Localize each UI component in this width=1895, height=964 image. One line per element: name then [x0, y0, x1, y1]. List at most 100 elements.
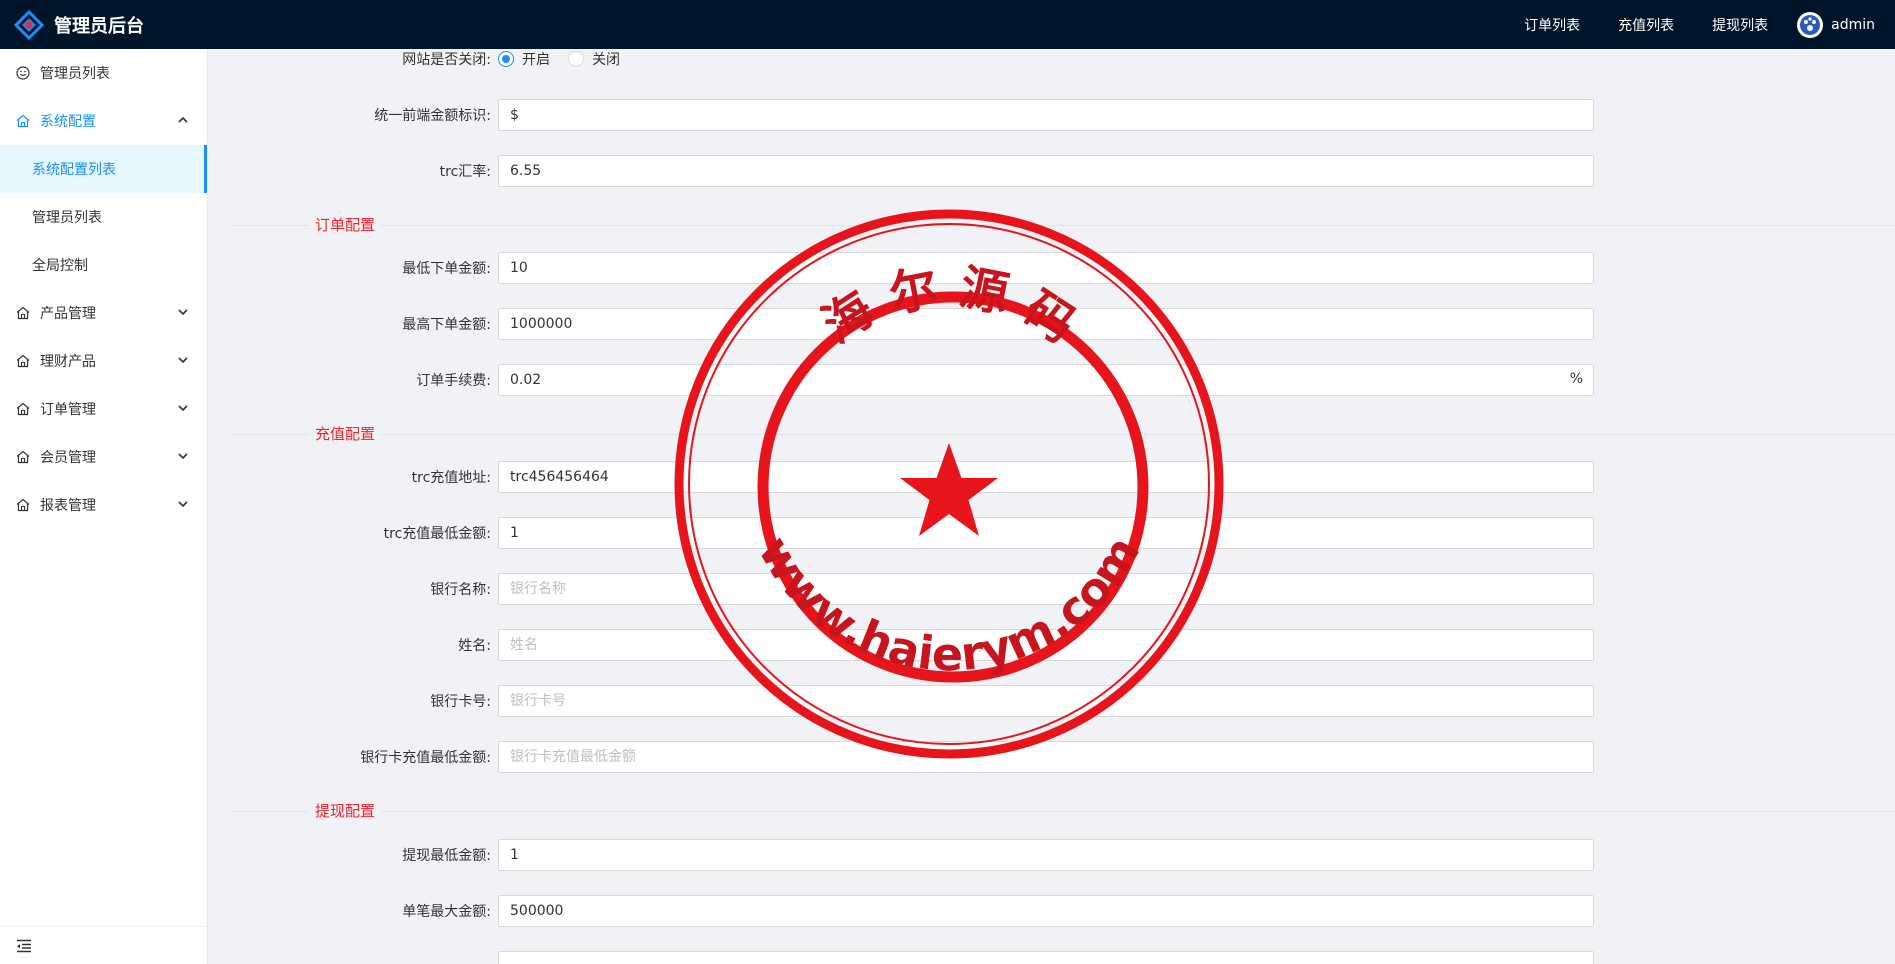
field-label: 姓名: — [458, 638, 491, 654]
order-fee-input[interactable] — [498, 364, 1594, 396]
home-icon — [16, 450, 30, 464]
min-order-input[interactable] — [498, 252, 1594, 284]
sidebar-item-order-management[interactable]: 订单管理 — [0, 385, 207, 433]
section-title: 订单配置 — [309, 214, 382, 235]
bank-card-input[interactable] — [498, 685, 1594, 717]
radio-label: 开启 — [522, 52, 550, 68]
radio-close[interactable]: 关闭 — [568, 49, 620, 69]
top-bar: 管理员后台 订单列表 充值列表 提现列表 admin — [0, 0, 1895, 49]
holder-name-input[interactable] — [498, 629, 1594, 661]
section-order-config: 订单配置 — [232, 214, 1895, 236]
section-title: 提现配置 — [309, 800, 382, 821]
chevron-up-icon — [178, 116, 188, 123]
field-label: 银行名称: — [430, 582, 491, 598]
divider — [232, 434, 1895, 435]
sidebar-item-label: 理财产品 — [40, 354, 96, 370]
chevron-down-icon — [178, 501, 188, 508]
brand[interactable]: 管理员后台 — [0, 9, 220, 40]
form-row-site-closed: 网站是否关闭: 开启 关闭 — [208, 49, 1608, 75]
user-avatar-icon — [1800, 14, 1821, 35]
chevron-down-icon — [178, 453, 188, 460]
user-name: admin — [1831, 16, 1875, 33]
section-title: 充值配置 — [309, 423, 382, 444]
currency-symbol-input[interactable] — [498, 99, 1594, 131]
form-row-trc-address: trc充值地址: — [208, 461, 1608, 493]
sidebar-subitem-admin-list[interactable]: 管理员列表 — [0, 193, 207, 241]
radio-label: 关闭 — [592, 52, 620, 68]
trc-address-input[interactable] — [498, 461, 1594, 493]
chevron-down-icon — [178, 357, 188, 364]
user-menu[interactable]: admin — [1787, 11, 1895, 38]
app-title: 管理员后台 — [54, 15, 144, 37]
form-row-order-fee: 订单手续费: % — [208, 364, 1608, 396]
divider — [232, 811, 1895, 812]
percent-suffix: % — [1569, 371, 1583, 387]
trc-min-input[interactable] — [498, 517, 1594, 549]
max-order-input[interactable] — [498, 308, 1594, 340]
sidebar-item-label: 管理员列表 — [40, 66, 110, 82]
sidebar-item-label: 产品管理 — [40, 306, 96, 322]
partial-input[interactable] — [498, 951, 1594, 964]
form-row-bank-name: 银行名称: — [208, 573, 1608, 605]
sidebar-item-admin-list[interactable]: 管理员列表 — [0, 49, 207, 97]
form-row-trc-rate: trc汇率: — [208, 155, 1608, 187]
radio-checked-icon — [498, 51, 514, 67]
order-fee-wrapper: % — [498, 364, 1594, 396]
field-label: 订单手续费: — [416, 373, 491, 389]
home-icon — [16, 498, 30, 512]
sidebar-subitem-system-config-list[interactable]: 系统配置列表 — [0, 145, 207, 193]
chevron-down-icon — [178, 405, 188, 412]
form-row-partial — [208, 951, 1608, 964]
sidebar-item-member-management[interactable]: 会员管理 — [0, 433, 207, 481]
field-label: 最低下单金额: — [402, 261, 491, 277]
sidebar-subitem-global-control[interactable]: 全局控制 — [0, 241, 207, 289]
radio-unchecked-icon — [568, 51, 584, 67]
field-label: 最高下单金额: — [402, 317, 491, 333]
sidebar-item-system-config[interactable]: 系统配置 — [0, 97, 207, 145]
sidebar-item-report-management[interactable]: 报表管理 — [0, 481, 207, 529]
form-row-bank-card: 银行卡号: — [208, 685, 1608, 717]
home-icon — [16, 402, 30, 416]
sidebar-item-label: 订单管理 — [40, 402, 96, 418]
trc-rate-input[interactable] — [498, 155, 1594, 187]
withdraw-min-input[interactable] — [498, 839, 1594, 871]
smile-icon — [16, 66, 30, 80]
form-row-trc-min: trc充值最低金额: — [208, 517, 1608, 549]
form-row-holder-name: 姓名: — [208, 629, 1608, 661]
divider — [232, 225, 1895, 226]
sidebar-item-wealth-products[interactable]: 理财产品 — [0, 337, 207, 385]
field-label: trc充值最低金额: — [383, 526, 491, 542]
menu-fold-icon — [17, 939, 31, 952]
home-icon — [16, 306, 30, 320]
home-icon — [16, 354, 30, 368]
chevron-down-icon — [178, 309, 188, 316]
sidebar: 管理员列表 系统配置 系统配置列表 管理员列表 全局控制 产品管理 理财产品 订… — [0, 49, 208, 964]
nav-withdraw-list[interactable]: 提现列表 — [1693, 15, 1787, 35]
bank-min-input[interactable] — [498, 741, 1594, 773]
sidebar-item-label: 系统配置 — [40, 114, 96, 130]
sidebar-item-product-management[interactable]: 产品管理 — [0, 289, 207, 337]
field-label: 银行卡号: — [430, 694, 491, 710]
form-row-withdraw-min: 提现最低金额: — [208, 839, 1608, 871]
form-row-max-order: 最高下单金额: — [208, 308, 1608, 340]
section-recharge-config: 充值配置 — [232, 423, 1895, 445]
field-label: trc充值地址: — [411, 470, 491, 486]
avatar — [1797, 11, 1824, 38]
sidebar-collapse-button[interactable] — [0, 926, 207, 964]
form-row-withdraw-max: 单笔最大金额: — [208, 895, 1608, 927]
radio-open[interactable]: 开启 — [498, 49, 550, 69]
form-row-bank-min: 银行卡充值最低金额: — [208, 741, 1608, 773]
field-label: 单笔最大金额: — [402, 904, 491, 920]
sidebar-item-label: 报表管理 — [40, 498, 96, 514]
bank-name-input[interactable] — [498, 573, 1594, 605]
site-closed-radio-group: 开启 关闭 — [498, 49, 638, 69]
sidebar-item-label: 会员管理 — [40, 450, 96, 466]
nav-recharge-list[interactable]: 充值列表 — [1599, 15, 1693, 35]
withdraw-max-input[interactable] — [498, 895, 1594, 927]
field-label: 网站是否关闭: — [402, 52, 491, 68]
field-label: 统一前端金额标识: — [374, 108, 491, 124]
main-content: 网站是否关闭: 开启 关闭 统一前端金额标识: trc汇率: 订单配置 最低下单… — [208, 49, 1895, 964]
section-withdraw-config: 提现配置 — [232, 800, 1895, 822]
field-label: 提现最低金额: — [402, 848, 491, 864]
nav-order-list[interactable]: 订单列表 — [1505, 15, 1599, 35]
